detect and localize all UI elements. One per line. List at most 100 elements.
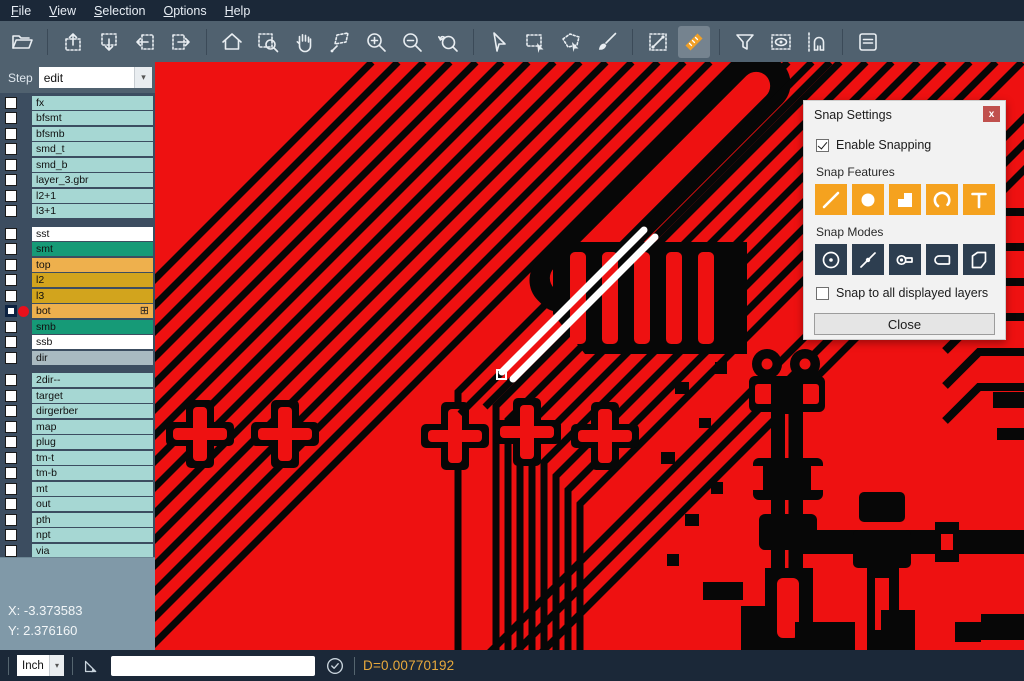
layer-row[interactable]: smd_b: [0, 157, 155, 173]
layer-row[interactable]: pth: [0, 512, 155, 528]
report-form-button[interactable]: [852, 26, 884, 58]
layer-visibility-checkbox[interactable]: [5, 436, 17, 448]
layer-visibility-checkbox[interactable]: [5, 159, 17, 171]
layer-label[interactable]: dirgerber: [32, 404, 153, 418]
layer-visibility-checkbox[interactable]: [5, 352, 17, 364]
layer-label[interactable]: l3+1: [32, 204, 153, 218]
layer-visibility-checkbox[interactable]: [5, 143, 17, 155]
highlight-eye-button[interactable]: [765, 26, 797, 58]
grid-icon[interactable]: ⊞: [140, 306, 149, 317]
snap-arc-button[interactable]: [926, 184, 958, 215]
layer-visibility-checkbox[interactable]: [5, 243, 17, 255]
layer-label[interactable]: npt: [32, 528, 153, 542]
select-cursor-button[interactable]: [483, 26, 515, 58]
step-select[interactable]: edit ▾: [39, 67, 152, 88]
layer-label[interactable]: 2dir--: [32, 373, 153, 387]
open-folder-button[interactable]: [6, 26, 38, 58]
layer-visibility-checkbox[interactable]: [5, 452, 17, 464]
snap-text-button[interactable]: [963, 184, 995, 215]
measure-distance-button[interactable]: [642, 26, 674, 58]
apply-check-icon[interactable]: [324, 655, 346, 677]
layer-label[interactable]: l3: [32, 289, 153, 303]
move-shape-button[interactable]: [324, 26, 356, 58]
brush-button[interactable]: [591, 26, 623, 58]
layer-visibility-checkbox[interactable]: [5, 259, 17, 271]
ruler-button[interactable]: [678, 26, 710, 58]
layer-label[interactable]: tm-b: [32, 466, 153, 480]
layer-visibility-checkbox[interactable]: [5, 190, 17, 202]
layer-label[interactable]: smb: [32, 320, 153, 334]
layer-row[interactable]: mt: [0, 481, 155, 497]
layer-label[interactable]: smd_t: [32, 142, 153, 156]
layer-row[interactable]: smb: [0, 319, 155, 335]
home-button[interactable]: [216, 26, 248, 58]
mode-center-button[interactable]: [815, 244, 847, 275]
layer-row[interactable]: npt: [0, 528, 155, 544]
layer-row[interactable]: plug: [0, 435, 155, 451]
layer-row[interactable]: l3: [0, 288, 155, 304]
layer-label[interactable]: l2: [32, 273, 153, 287]
layer-row[interactable]: l2+1: [0, 188, 155, 204]
layer-visibility-checkbox[interactable]: [5, 128, 17, 140]
layer-row[interactable]: dir: [0, 350, 155, 366]
import-bottom-button[interactable]: [93, 26, 125, 58]
layer-row[interactable]: bot⊞: [0, 304, 155, 320]
layer-label[interactable]: top: [32, 258, 153, 272]
layer-label[interactable]: smt: [32, 242, 153, 256]
layer-label[interactable]: fx: [32, 96, 153, 110]
snap-pad-button[interactable]: [852, 184, 884, 215]
zoom-in-button[interactable]: [360, 26, 392, 58]
layer-visibility-checkbox[interactable]: [5, 529, 17, 541]
all-layers-checkbox[interactable]: [816, 287, 829, 300]
close-icon[interactable]: x: [983, 106, 1000, 122]
layer-label[interactable]: out: [32, 497, 153, 511]
layer-row[interactable]: bfsmt: [0, 111, 155, 127]
mode-profile-button[interactable]: [963, 244, 995, 275]
mode-pad-button[interactable]: [889, 244, 921, 275]
menu-options[interactable]: Options: [154, 4, 215, 18]
enable-snapping-checkbox[interactable]: [816, 139, 829, 152]
layer-visibility-checkbox[interactable]: [5, 421, 17, 433]
layer-visibility-checkbox[interactable]: [5, 174, 17, 186]
layer-visibility-checkbox[interactable]: [5, 545, 17, 557]
layer-visibility-checkbox[interactable]: [5, 205, 17, 217]
layer-label[interactable]: bfsmb: [32, 127, 153, 141]
layer-row[interactable]: layer_3.gbr: [0, 173, 155, 189]
layer-label[interactable]: bfsmt: [32, 111, 153, 125]
layer-visibility-checkbox[interactable]: [5, 274, 17, 286]
layer-row[interactable]: smd_t: [0, 142, 155, 158]
layer-row[interactable]: l3+1: [0, 204, 155, 220]
layer-label[interactable]: layer_3.gbr: [32, 173, 153, 187]
menu-view[interactable]: View: [40, 4, 85, 18]
layer-row[interactable]: tm-t: [0, 450, 155, 466]
layer-label[interactable]: smd_b: [32, 158, 153, 172]
pan-hand-button[interactable]: [288, 26, 320, 58]
layer-visibility-checkbox[interactable]: [5, 498, 17, 510]
menu-help[interactable]: Help: [216, 4, 260, 18]
zoom-reset-button[interactable]: [432, 26, 464, 58]
menu-file[interactable]: File: [2, 4, 40, 18]
layer-label[interactable]: ssb: [32, 335, 153, 349]
close-button[interactable]: Close: [814, 313, 995, 335]
layer-visibility-checkbox[interactable]: [5, 97, 17, 109]
layer-label[interactable]: pth: [32, 513, 153, 527]
layer-row[interactable]: l2: [0, 273, 155, 289]
export-left-button[interactable]: [129, 26, 161, 58]
layer-visibility-checkbox[interactable]: [5, 390, 17, 402]
layer-row[interactable]: target: [0, 388, 155, 404]
layer-label[interactable]: mt: [32, 482, 153, 496]
layer-row[interactable]: ssb: [0, 335, 155, 351]
corner-angle-icon[interactable]: [81, 655, 103, 677]
layer-label[interactable]: tm-t: [32, 451, 153, 465]
snap-line-button[interactable]: [815, 184, 847, 215]
zoom-selection-button[interactable]: [252, 26, 284, 58]
layer-label[interactable]: target: [32, 389, 153, 403]
layer-visibility-checkbox[interactable]: [5, 228, 17, 240]
layer-label[interactable]: l2+1: [32, 189, 153, 203]
layer-visibility-checkbox[interactable]: [5, 405, 17, 417]
layer-row[interactable]: bfsmb: [0, 126, 155, 142]
layer-row[interactable]: map: [0, 419, 155, 435]
layer-row[interactable]: fx: [0, 95, 155, 111]
layer-visibility-checkbox[interactable]: [5, 321, 17, 333]
unit-select[interactable]: Inch ▾: [17, 655, 64, 676]
